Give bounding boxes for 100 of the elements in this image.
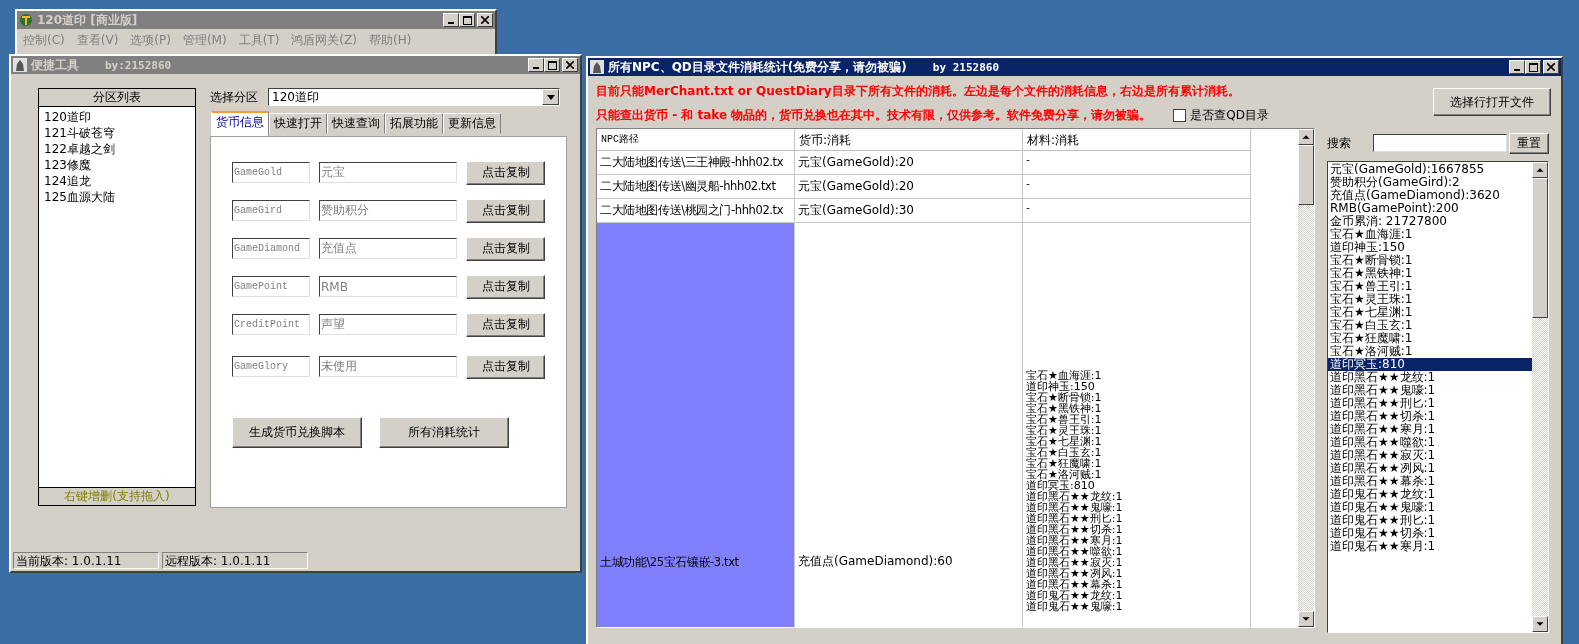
tab[interactable]: 快速打开 (269, 113, 327, 134)
table-cell-text: 道印神玉:150 (1026, 381, 1095, 392)
column-header[interactable]: NPC路径 (597, 129, 795, 151)
list-item[interactable]: 道印黑石★★刑匕:1 (1328, 397, 1532, 410)
author-label: by 2152860 (932, 60, 999, 74)
copy-button[interactable]: 点击复制 (466, 160, 545, 185)
table-cell: 元宝(GameGold):30 (795, 199, 1023, 223)
window-title: 便捷工具 (31, 56, 79, 74)
list-item[interactable]: 道印黑石★★寂灭:1 (1328, 449, 1532, 462)
list-item[interactable]: 道印鬼石★★寒月:1 (1328, 540, 1532, 553)
input-field[interactable]: GameDiamond (232, 238, 310, 259)
list-item[interactable]: 宝石★灵王珠:1 (1328, 293, 1532, 306)
close-icon (566, 61, 574, 69)
table-cell-text: 道印黑石★★寂灭:1 (1026, 557, 1124, 568)
checkbox-label: 是否查QD目录 (1190, 106, 1269, 124)
list-item[interactable]: 宝石★七星渊:1 (1328, 306, 1532, 319)
list-item[interactable]: 道印黑石★★冽风:1 (1328, 462, 1532, 475)
list-item[interactable]: 宝石★黑铁神:1 (1328, 267, 1532, 280)
input-field[interactable]: 充值点 (319, 238, 457, 259)
list-item[interactable]: 宝石★洛河贼:1 (1328, 345, 1532, 358)
table-cell: 元宝(GameGold):20 (795, 151, 1023, 175)
table-cell-text: 宝石★洛河贼:1 (1026, 469, 1103, 480)
list-item[interactable]: 道印黑石★★噬欲:1 (1328, 436, 1532, 449)
list-item[interactable]: 122卓越之剑 (44, 141, 190, 157)
input-field[interactable]: GameGird (232, 200, 310, 221)
maximize-icon (547, 60, 557, 70)
table-cell-text: 宝石★血海涯:1 (1026, 370, 1103, 381)
list-item[interactable]: 道印冥玉:810 (1328, 358, 1532, 371)
table-cell-text: 宝石★灵王珠:1 (1026, 425, 1103, 436)
column-header[interactable]: 材料:消耗 (1023, 129, 1251, 151)
action-button[interactable]: 生成货币兑换脚本 (232, 417, 362, 448)
table-cell-text: 道印黑石★★鬼嚎:1 (1026, 502, 1124, 513)
list-item[interactable]: 宝石★断骨锁:1 (1328, 254, 1532, 267)
tab[interactable]: 更新信息 (443, 113, 501, 134)
table-cell-text: - (1026, 178, 1031, 189)
list-item[interactable]: 道印神玉:150 (1328, 241, 1532, 254)
close-button[interactable] (1543, 60, 1559, 74)
table-cell: 二大陆地图传送\幽灵船-hhh02.txt (597, 175, 795, 199)
copy-button[interactable]: 点击复制 (466, 198, 545, 223)
status-panel: 当前版本: 1.0.1.11 (13, 552, 159, 569)
copy-button[interactable]: 点击复制 (466, 236, 545, 261)
table-cell-text: 道印黑石★★幕杀:1 (1026, 579, 1124, 590)
list-item[interactable]: 121斗破苍穹 (44, 125, 190, 141)
list-item[interactable]: 宝石★狂魔啸:1 (1328, 332, 1532, 345)
list-item[interactable]: 123修魔 (44, 157, 190, 173)
list-item[interactable]: 道印鬼石★★龙纹:1 (1328, 488, 1532, 501)
list-item[interactable]: 道印黑石★★幕杀:1 (1328, 475, 1532, 488)
list-item[interactable]: 道印鬼石★★刑匕:1 (1328, 514, 1532, 527)
scroll-thumb[interactable] (1532, 178, 1548, 318)
list-item[interactable]: 道印鬼石★★切杀:1 (1328, 527, 1532, 540)
list-item[interactable]: 125血源大陆 (44, 189, 190, 205)
list-item[interactable]: 道印鬼石★★鬼嚎:1 (1328, 501, 1532, 514)
reset-button[interactable]: 重置 (1509, 132, 1549, 154)
search-field[interactable] (1373, 134, 1507, 152)
partition-dropdown[interactable]: 120道印 (268, 88, 560, 106)
list-item[interactable]: 赞助积分(GameGird):2 (1328, 176, 1532, 189)
list-item[interactable]: RMB(GamePoint):200 (1328, 202, 1532, 215)
copy-button[interactable]: 点击复制 (466, 354, 545, 379)
copy-button[interactable]: 点击复制 (466, 274, 545, 299)
list-item[interactable]: 道印黑石★★鬼嚎:1 (1328, 384, 1532, 397)
maximize-button[interactable] (1525, 60, 1541, 74)
notice-text: 只能查出货币 - 和 take 物品的，货币兑换也在其中。技术有限，仅供参考。软件免费分享，请勿被骗。 (596, 106, 1152, 124)
input-field[interactable]: CreditPoint (232, 314, 310, 335)
table-cell-text: 宝石★狂魔啸:1 (1026, 458, 1103, 469)
tab[interactable]: 拓展功能 (385, 113, 443, 134)
list-item[interactable]: 宝石★兽王引:1 (1328, 280, 1532, 293)
input-field[interactable]: GamePoint (232, 276, 310, 297)
input-field[interactable]: 元宝 (319, 162, 457, 183)
column-header[interactable]: 货币:消耗 (795, 129, 1023, 151)
list-item[interactable]: 宝石★血海涯:1 (1328, 228, 1532, 241)
action-button[interactable]: 所有消耗统计 (379, 417, 509, 448)
tab[interactable]: 快速查询 (327, 113, 385, 134)
list-item[interactable]: 金币累消: 21727800 (1328, 215, 1532, 228)
input-field[interactable]: 声望 (319, 314, 457, 335)
input-field[interactable]: GameGlory (232, 356, 310, 377)
minimize-button[interactable] (1509, 60, 1525, 74)
scrollbar[interactable] (1532, 162, 1548, 632)
figure-icon (590, 60, 604, 74)
input-field[interactable]: 未使用 (319, 356, 457, 377)
input-field[interactable]: GameGold (232, 162, 310, 183)
open-file-button[interactable]: 选择行打开文件 (1433, 88, 1551, 116)
list-item[interactable]: 124追龙 (44, 173, 190, 189)
list-item[interactable]: 道印黑石★★龙纹:1 (1328, 371, 1532, 384)
input-field[interactable]: RMB (319, 276, 457, 297)
table-cell: 充值点(GameDiamond):60 (795, 223, 1023, 627)
list-item[interactable]: 元宝(GameGold):1667855 (1328, 163, 1532, 176)
copy-button[interactable]: 点击复制 (466, 312, 545, 337)
list-item[interactable]: 120道印 (44, 109, 190, 125)
list-item[interactable]: 道印黑石★★切杀:1 (1328, 410, 1532, 423)
input-field[interactable]: 赞助积分 (319, 200, 457, 221)
list-item[interactable]: 道印黑石★★寒月:1 (1328, 423, 1532, 436)
table-cell: 二大陆地图传送\三王神殿-hhh02.tx (597, 151, 795, 175)
tab[interactable]: 货币信息 (211, 111, 269, 136)
list-item[interactable]: 宝石★白玉玄:1 (1328, 319, 1532, 332)
status-panel: 远程版本: 1.0.1.11 (162, 552, 308, 569)
table-cell-text: 道印黑石★★龙纹:1 (1026, 491, 1124, 502)
checkbox[interactable] (1173, 108, 1187, 122)
list-item[interactable]: 充值点(GameDiamond):3620 (1328, 189, 1532, 202)
scroll-thumb[interactable] (1298, 145, 1314, 205)
scrollbar[interactable] (1298, 129, 1314, 627)
